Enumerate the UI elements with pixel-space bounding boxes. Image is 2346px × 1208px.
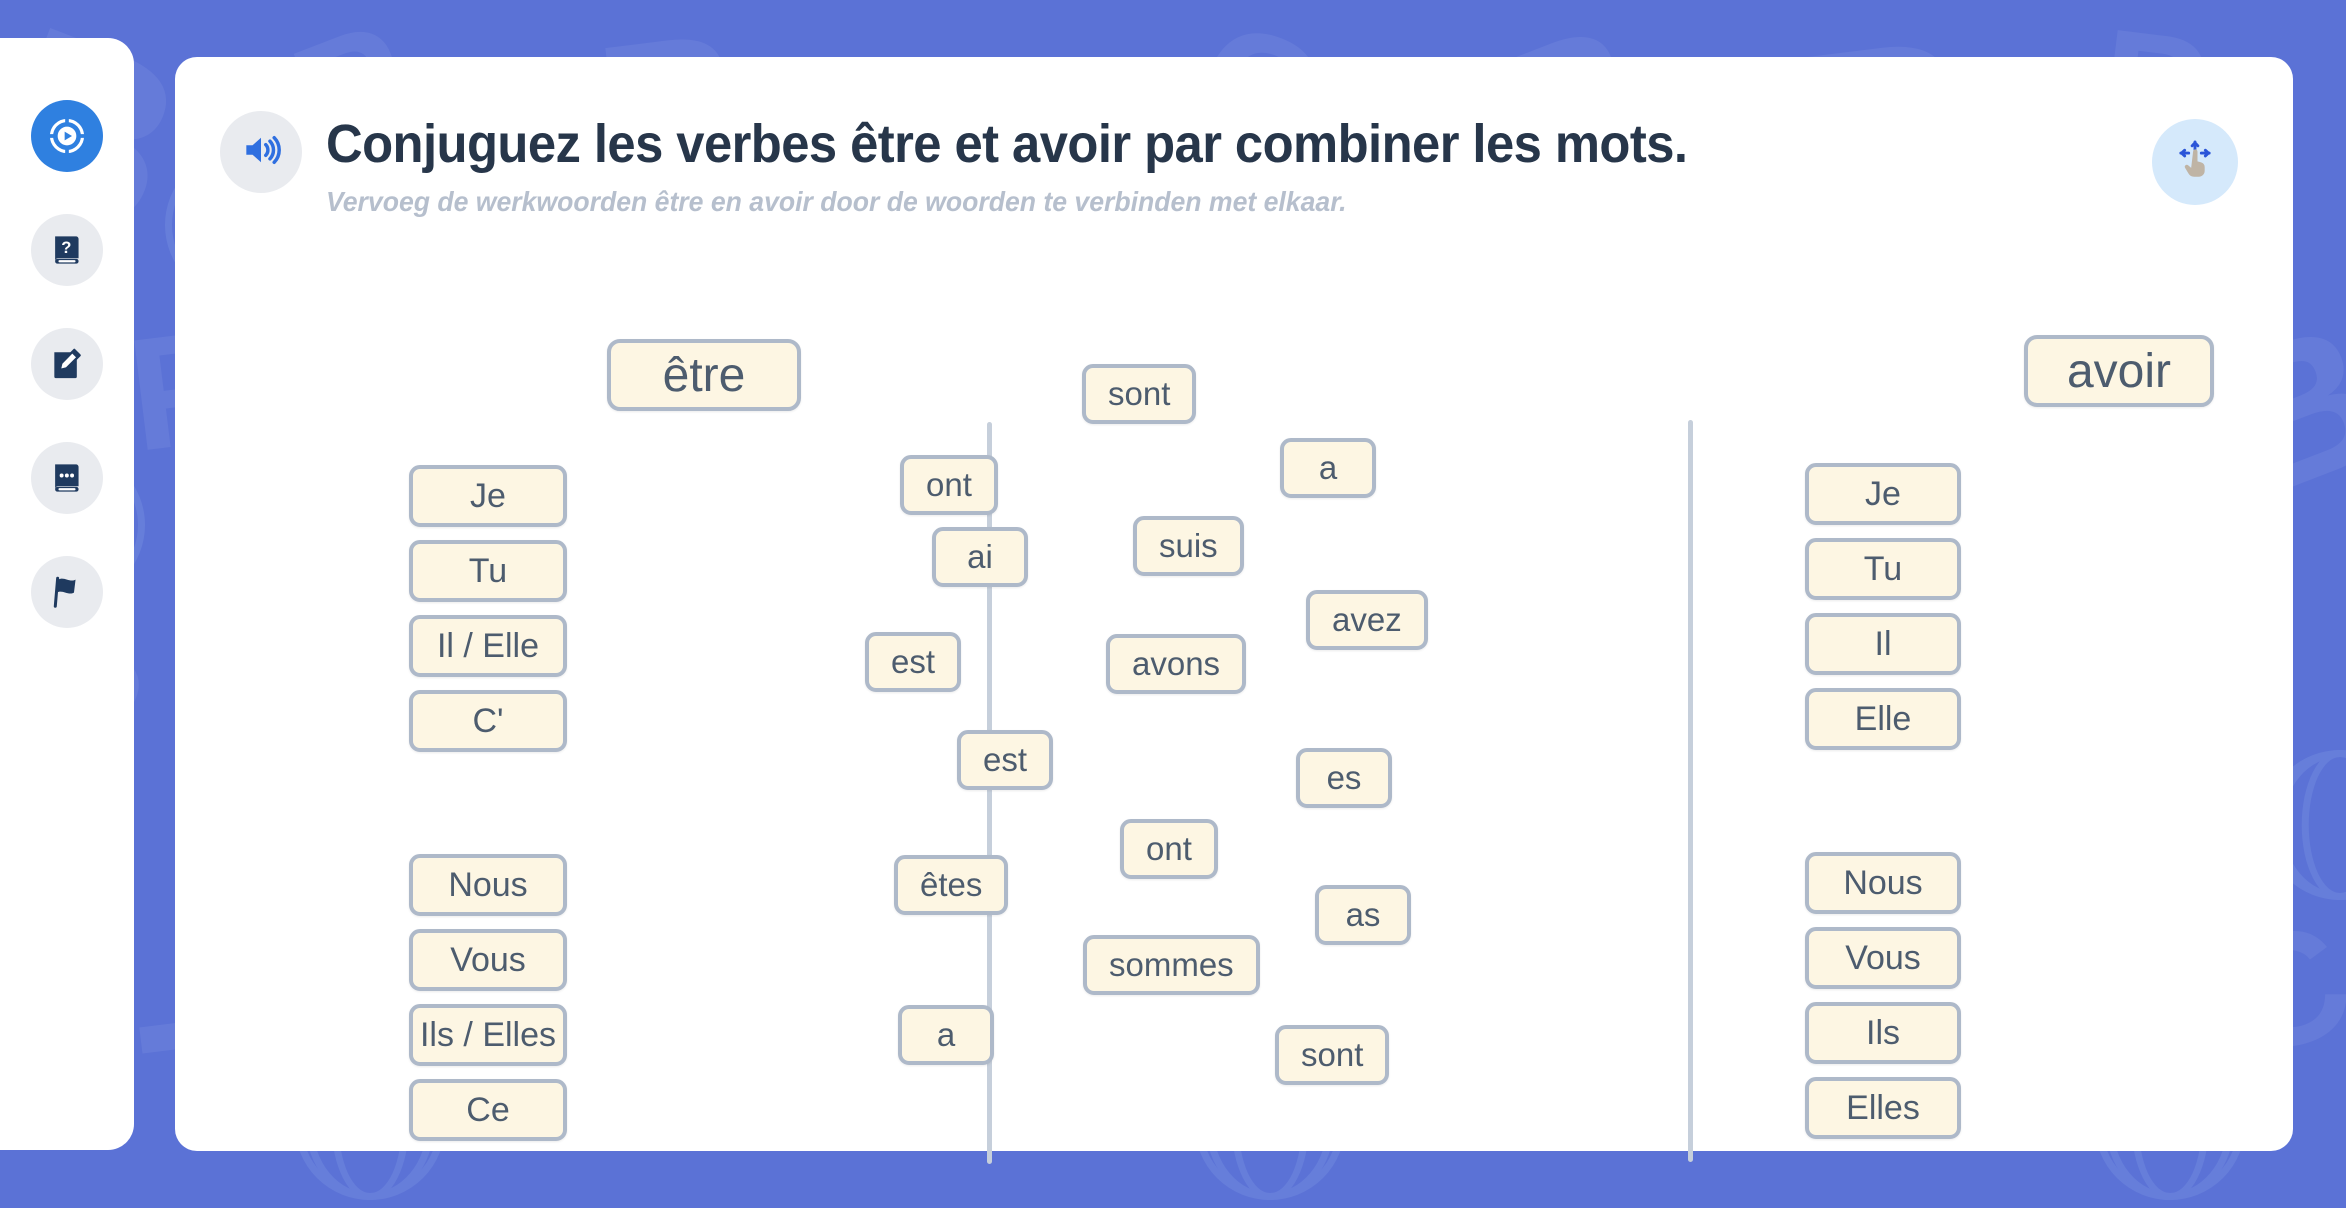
word-token[interactable]: est xyxy=(865,632,962,692)
word-token[interactable]: avez xyxy=(1306,590,1428,650)
watermark-glyph: C xyxy=(1789,1194,1926,1208)
sidebar-item-questions[interactable]: ? xyxy=(31,214,103,286)
word-token[interactable]: est xyxy=(957,730,1054,790)
word-token[interactable]: ai xyxy=(932,527,1028,587)
word-token[interactable]: ont xyxy=(900,455,998,515)
word-token[interactable]: ont xyxy=(1120,819,1218,879)
question-book-icon: ? xyxy=(48,231,86,269)
watermark-glyph: B xyxy=(584,1186,789,1208)
dictionary-book-icon xyxy=(48,459,86,497)
pencil-square-icon xyxy=(48,345,86,383)
watermark-glyph: + xyxy=(1457,1180,1684,1208)
flag-icon xyxy=(48,573,86,611)
watermark-glyph: B xyxy=(265,1180,480,1208)
exercise-card: Conjuguez les verbes être et avoir par c… xyxy=(175,57,2293,1164)
word-token[interactable]: sont xyxy=(1082,364,1197,424)
word-token[interactable]: a xyxy=(898,1005,994,1065)
word-token[interactable]: es xyxy=(1296,748,1392,808)
watermark-glyph: B xyxy=(2087,1190,2258,1208)
watermark-glyph: C xyxy=(0,1185,144,1208)
word-bank: sont ont a ai suis avez est avons est es ont êtes as… xyxy=(175,57,2293,1151)
word-token[interactable]: suis xyxy=(1133,516,1244,576)
sidebar-item-write[interactable] xyxy=(31,328,103,400)
watermark-glyph: B xyxy=(1165,1180,1380,1208)
word-token[interactable]: sont xyxy=(1275,1025,1390,1085)
watermark-glyph: P xyxy=(890,1194,1018,1208)
sidebar-item-report[interactable] xyxy=(31,556,103,628)
word-token[interactable]: avons xyxy=(1106,634,1247,694)
svg-text:?: ? xyxy=(61,238,71,257)
sidebar-item-dictionary[interactable] xyxy=(31,442,103,514)
target-play-icon xyxy=(47,116,87,156)
word-token[interactable]: a xyxy=(1280,438,1376,498)
word-token[interactable]: êtes xyxy=(894,855,1009,915)
word-token[interactable]: sommes xyxy=(1083,935,1260,995)
word-token[interactable]: as xyxy=(1315,885,1411,945)
sidebar-item-practice[interactable] xyxy=(31,100,103,172)
sidebar: ? xyxy=(0,38,134,1150)
